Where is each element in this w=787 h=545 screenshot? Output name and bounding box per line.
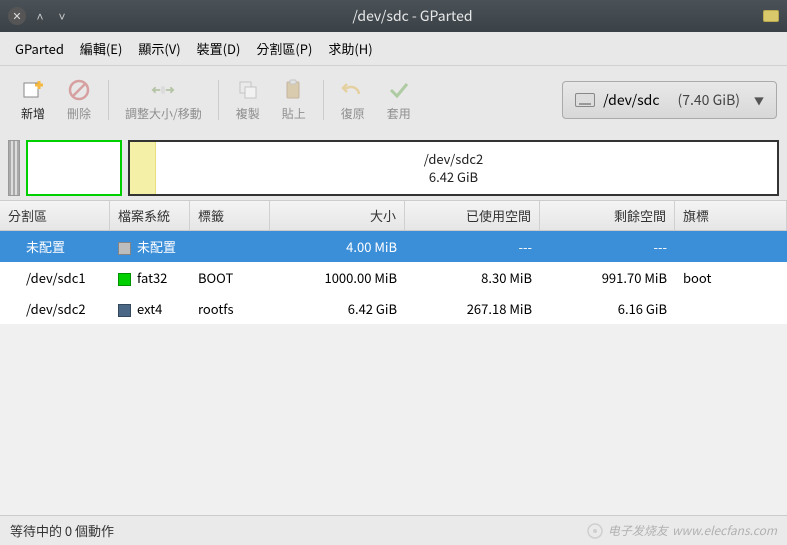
resize-label: 調整大小/移動 (125, 105, 202, 122)
delete-label: 刪除 (67, 105, 91, 122)
fs-swatch-icon (118, 242, 131, 255)
menu-edit[interactable]: 編輯(E) (73, 36, 129, 61)
disk-map: /dev/sdc2 6.42 GiB (0, 134, 787, 200)
window-title: /dev/sdc - GParted (70, 6, 755, 26)
app-badge-icon (763, 10, 779, 22)
cell-unused: 6.16 GiB (540, 296, 675, 321)
menubar: GParted 編輯(E) 顯示(V) 裝置(D) 分割區(P) 求助(H) (0, 32, 787, 66)
copy-icon (236, 78, 260, 102)
table-row[interactable]: /dev/sdc2ext4rootfs6.42 GiB267.18 MiB6.1… (0, 293, 787, 324)
menu-gparted[interactable]: GParted (8, 36, 71, 61)
cell-partition: /dev/sdc1 (0, 265, 110, 290)
diskmap-part2-size: 6.42 GiB (424, 168, 484, 186)
cell-size: 4.00 MiB (270, 234, 405, 259)
cell-filesystem: 未配置 (110, 234, 190, 259)
diskmap-part2-label: /dev/sdc2 6.42 GiB (424, 150, 484, 185)
col-filesystem[interactable]: 檔案系統 (110, 201, 190, 230)
diskmap-handle[interactable] (8, 140, 20, 196)
chevron-down-icon[interactable]: ˅ (54, 8, 70, 25)
col-partition[interactable]: 分割區 (0, 201, 110, 230)
cell-unused: --- (540, 234, 675, 259)
table-row[interactable]: /dev/sdc1fat32BOOT1000.00 MiB8.30 MiB991… (0, 262, 787, 293)
menu-help[interactable]: 求助(H) (321, 36, 379, 61)
cell-used: --- (405, 234, 540, 259)
apply-icon (387, 78, 411, 102)
cell-size: 6.42 GiB (270, 296, 405, 321)
cell-flags (675, 306, 787, 312)
apply-label: 套用 (387, 105, 411, 122)
undo-icon (341, 78, 365, 102)
titlebar: ✕ ˄ ˅ /dev/sdc - GParted (0, 0, 787, 32)
fs-swatch-icon (118, 304, 131, 317)
delete-icon (67, 78, 91, 102)
cell-partition: 未配置 (0, 234, 110, 259)
cell-label: BOOT (190, 265, 270, 290)
apply-button: 套用 (376, 74, 422, 126)
undo-button: 復原 (330, 74, 376, 126)
cell-flags: boot (675, 265, 787, 290)
device-selector[interactable]: /dev/sdc (7.40 GiB) ▼ (562, 81, 777, 119)
watermark: 电子发烧友 www.elecfans.com (586, 522, 777, 540)
menu-device[interactable]: 裝置(D) (190, 36, 248, 61)
statusbar: 等待中的 0 個動作 电子发烧友 www.elecfans.com (0, 515, 787, 545)
col-unused[interactable]: 剩餘空間 (540, 201, 675, 230)
diskmap-part2-name: /dev/sdc2 (424, 150, 484, 168)
copy-label: 複製 (236, 105, 260, 122)
paste-icon (282, 78, 306, 102)
cell-used: 8.30 MiB (405, 265, 540, 290)
col-used[interactable]: 已使用空間 (405, 201, 540, 230)
device-name: /dev/sdc (603, 90, 659, 110)
table-row[interactable]: 未配置未配置4.00 MiB------ (0, 231, 787, 262)
cell-label (190, 244, 270, 250)
disk-icon (575, 93, 595, 107)
dropdown-arrow-icon: ▼ (754, 93, 764, 108)
paste-label: 貼上 (282, 105, 306, 122)
cell-partition: /dev/sdc2 (0, 296, 110, 321)
device-size: (7.40 GiB) (678, 90, 741, 110)
new-label: 新增 (21, 105, 45, 122)
close-icon[interactable]: ✕ (8, 7, 26, 25)
titlebar-right (755, 10, 779, 22)
cell-used: 267.18 MiB (405, 296, 540, 321)
undo-label: 復原 (341, 105, 365, 122)
col-size[interactable]: 大小 (270, 201, 405, 230)
diskmap-partition-sdc2[interactable]: /dev/sdc2 6.42 GiB (128, 140, 779, 196)
toolbar: 新增 刪除 調整大小/移動 複製 貼上 復原 套用 (0, 66, 787, 134)
new-button[interactable]: 新增 (10, 74, 56, 126)
delete-button: 刪除 (56, 74, 102, 126)
toolbar-separator (108, 80, 109, 120)
col-flags[interactable]: 旗標 (675, 201, 787, 230)
menu-partition[interactable]: 分割區(P) (249, 36, 319, 61)
fs-swatch-icon (118, 273, 131, 286)
cell-flags (675, 244, 787, 250)
menu-view[interactable]: 顯示(V) (131, 36, 187, 61)
watermark-url: www.elecfans.com (672, 522, 777, 539)
resize-icon (151, 78, 175, 102)
col-label[interactable]: 標籤 (190, 201, 270, 230)
copy-button: 複製 (225, 74, 271, 126)
table-header: 分割區 檔案系統 標籤 大小 已使用空間 剩餘空間 旗標 (0, 201, 787, 231)
partition-table: 分割區 檔案系統 標籤 大小 已使用空間 剩餘空間 旗標 未配置未配置 4.00 … (0, 200, 787, 324)
new-icon (21, 78, 45, 102)
diskmap-partition-sdc1[interactable] (26, 140, 122, 196)
resize-button: 調整大小/移動 (115, 74, 212, 126)
pending-operations: 等待中的 0 個動作 (10, 521, 114, 540)
toolbar-separator (323, 80, 324, 120)
window-controls: ✕ ˄ ˅ (8, 7, 70, 25)
cell-label: rootfs (190, 296, 270, 321)
diskmap-used-fill (130, 142, 156, 194)
cell-filesystem: fat32 (110, 265, 190, 290)
watermark-icon (586, 522, 604, 540)
chevron-up-icon[interactable]: ˄ (32, 8, 48, 25)
paste-button: 貼上 (271, 74, 317, 126)
cell-unused: 991.70 MiB (540, 265, 675, 290)
watermark-brand: 电子发烧友 (608, 522, 668, 539)
cell-filesystem: ext4 (110, 296, 190, 321)
toolbar-separator (218, 80, 219, 120)
cell-size: 1000.00 MiB (270, 265, 405, 290)
